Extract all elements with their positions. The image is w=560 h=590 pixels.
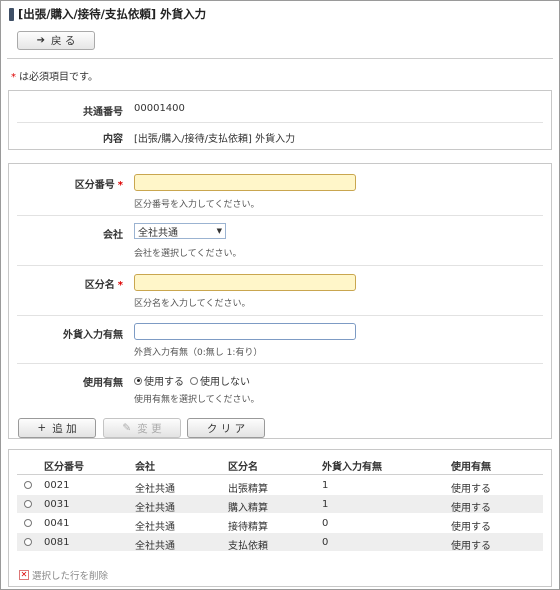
col-header-fx: 外貨入力有無	[322, 462, 382, 473]
required-note: * は必須項目です。	[11, 68, 98, 83]
table-row[interactable]: 0081 全社共通 支払依頼 0 使用する	[17, 533, 543, 552]
row-select-radio[interactable]	[24, 538, 32, 546]
common-no-label: 共通番号	[83, 107, 123, 118]
row-divider	[17, 215, 543, 216]
add-button[interactable]: + 追 加	[18, 418, 96, 438]
delete-selected-row-label: 選択した行を削除	[32, 571, 109, 582]
use-hint: 使用有無を選択してください。	[134, 395, 260, 405]
clear-button-label: ク リ ア	[206, 422, 246, 435]
row-select-radio[interactable]	[24, 500, 32, 508]
cell-use: 使用する	[451, 503, 491, 514]
company-hint: 会社を選択してください。	[134, 249, 242, 259]
cell-kubun-name: 購入精算	[228, 503, 268, 514]
required-note-text: は必須項目です。	[19, 72, 98, 83]
use-off-radio[interactable]	[190, 376, 198, 385]
col-header-company: 会社	[135, 462, 155, 473]
common-no-value: 00001400	[134, 103, 185, 114]
row-divider	[17, 265, 543, 266]
kubun-no-input[interactable]	[134, 174, 356, 191]
kubun-no-label: 区分番号 *	[75, 176, 123, 191]
kubun-no-label-text: 区分番号	[74, 180, 115, 191]
cell-kubun-name: 支払依頼	[228, 541, 268, 552]
cell-kubun-no: 0081	[44, 537, 70, 548]
company-select[interactable]: 全社共通 ▼	[134, 223, 226, 239]
cell-kubun-name: 接待精算	[228, 522, 268, 533]
kubun-name-label: 区分名 *	[85, 276, 123, 291]
add-button-label: 追 加	[52, 422, 77, 435]
cell-company: 全社共通	[135, 522, 175, 533]
title-marker	[9, 7, 14, 21]
cell-company: 全社共通	[135, 484, 175, 495]
use-on-radio[interactable]	[134, 376, 142, 385]
required-mark: *	[117, 180, 123, 191]
window-frame: [出張/購入/接待/支払依頼] 外貨入力 ➔ 戻 る * は必須項目です。 共通番…	[0, 0, 560, 590]
fx-input[interactable]	[134, 323, 356, 340]
change-button[interactable]: ✎ 変 更	[103, 418, 181, 438]
table-row[interactable]: 0031 全社共通 購入精算 1 使用する	[17, 495, 543, 514]
table-row[interactable]: 0021 全社共通 出張精算 1 使用する	[17, 476, 543, 495]
kubun-name-hint: 区分名を入力してください。	[134, 299, 251, 309]
delete-selected-row-button[interactable]: ✕ 選択した行を削除	[19, 568, 108, 582]
cell-kubun-name: 出張精算	[228, 484, 268, 495]
close-icon: ✕	[19, 570, 29, 580]
list-panel: 区分番号 会社 区分名 外貨入力有無 使用有無 0021 全社共通 出張精算 1…	[8, 449, 552, 587]
page-title: [出張/購入/接待/支払依頼] 外貨入力	[18, 7, 207, 21]
fx-label: 外貨入力有無	[63, 330, 123, 341]
use-label: 使用有無	[83, 378, 123, 389]
row-divider	[17, 122, 543, 123]
required-mark: *	[117, 280, 123, 291]
use-off-label[interactable]: 使用しない	[200, 373, 250, 388]
cell-fx: 1	[322, 480, 329, 491]
cell-kubun-no: 0021	[44, 480, 70, 491]
kubun-no-hint: 区分番号を入力してください。	[134, 200, 260, 210]
info-panel: 共通番号 00001400 内容 [出張/購入/接待/支払依頼] 外貨入力	[8, 90, 552, 150]
row-divider	[17, 363, 543, 364]
content-value: [出張/購入/接待/支払依頼] 外貨入力	[134, 134, 296, 145]
cell-company: 全社共通	[135, 541, 175, 552]
row-select-radio[interactable]	[24, 481, 32, 489]
cell-company: 全社共通	[135, 503, 175, 514]
divider	[7, 58, 553, 59]
cell-fx: 0	[322, 518, 329, 529]
back-button-label: 戻 る	[51, 35, 76, 47]
company-select-value: 全社共通	[138, 227, 178, 239]
cell-use: 使用する	[451, 541, 491, 552]
col-header-use: 使用有無	[451, 462, 491, 473]
required-mark: *	[11, 72, 16, 83]
use-radio-group: 使用する 使用しない	[134, 373, 250, 388]
cell-use: 使用する	[451, 522, 491, 533]
kubun-name-label-text: 区分名	[84, 280, 115, 291]
cell-use: 使用する	[451, 484, 491, 495]
cell-kubun-no: 0031	[44, 499, 70, 510]
cell-fx: 1	[322, 499, 329, 510]
back-button[interactable]: ➔ 戻 る	[17, 31, 95, 50]
arrow-left-icon: ➔	[36, 35, 46, 46]
content-label: 内容	[103, 134, 123, 145]
company-label: 会社	[103, 230, 123, 241]
change-button-label: 変 更	[137, 422, 162, 435]
row-select-radio[interactable]	[24, 519, 32, 527]
title-bar: [出張/購入/接待/支払依頼] 外貨入力	[9, 6, 206, 22]
kubun-name-input[interactable]	[134, 274, 356, 291]
pencil-icon: ✎	[122, 422, 132, 434]
col-header-kubun-name: 区分名	[228, 462, 258, 473]
col-header-kubun-no: 区分番号	[44, 462, 84, 473]
chevron-down-icon: ▼	[216, 227, 222, 235]
clear-button[interactable]: ク リ ア	[187, 418, 265, 438]
table-row[interactable]: 0041 全社共通 接待精算 0 使用する	[17, 514, 543, 533]
use-on-label[interactable]: 使用する	[144, 373, 184, 388]
plus-icon: +	[37, 422, 47, 434]
fx-hint: 外貨入力有無（0:無し 1:有り）	[134, 348, 263, 358]
form-panel: 区分番号 * 区分番号を入力してください。 会社 全社共通 ▼ 会社を選択してくだ…	[8, 163, 552, 439]
cell-kubun-no: 0041	[44, 518, 70, 529]
row-divider	[17, 315, 543, 316]
cell-fx: 0	[322, 537, 329, 548]
